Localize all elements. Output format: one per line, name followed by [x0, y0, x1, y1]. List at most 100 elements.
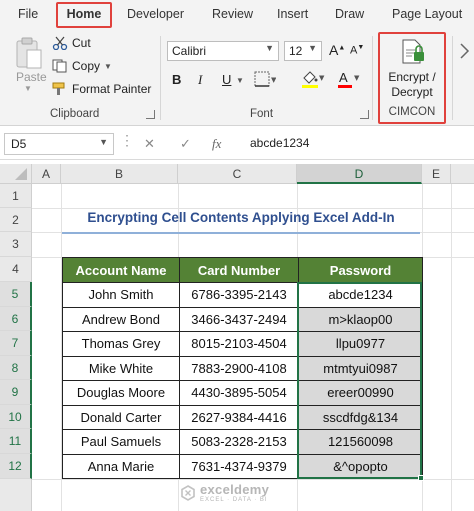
- font-size-select[interactable]: 12 ▼: [284, 41, 322, 61]
- cut-button[interactable]: Cut: [52, 36, 91, 50]
- row-header-1[interactable]: 1: [0, 184, 32, 208]
- account-name-cell[interactable]: Andrew Bond: [62, 306, 180, 332]
- column-header-c[interactable]: C: [178, 164, 297, 184]
- ribbon: Paste ▼ Cut Copy ▼ Format Painter Clipbo…: [0, 30, 474, 126]
- header-card-number[interactable]: Card Number: [179, 257, 299, 283]
- tab-draw[interactable]: Draw: [335, 7, 364, 21]
- cimcon-group-label: CIMCON: [388, 106, 436, 118]
- password-cell[interactable]: sscdfdg&134: [298, 404, 423, 430]
- cut-label: Cut: [72, 36, 91, 50]
- font-size-value: 12: [289, 44, 303, 58]
- italic-button[interactable]: I: [198, 72, 202, 88]
- borders-icon[interactable]: ▼: [254, 71, 276, 89]
- font-family-select[interactable]: Calibri ▼: [167, 41, 279, 61]
- row-header-7[interactable]: 7: [0, 331, 32, 356]
- column-header-b[interactable]: B: [61, 164, 178, 184]
- card-number-cell[interactable]: 8015-2103-4504: [179, 331, 299, 357]
- cancel-icon[interactable]: ✕: [144, 136, 155, 152]
- row-header-blank: [0, 479, 32, 511]
- column-header-e[interactable]: E: [422, 164, 451, 184]
- column-header-d[interactable]: D: [297, 164, 422, 184]
- password-cell[interactable]: &^opopto: [298, 453, 423, 479]
- password-cell[interactable]: 121560098: [298, 429, 423, 455]
- svg-text:▼: ▼: [319, 74, 325, 82]
- tab-home[interactable]: Home: [56, 2, 112, 28]
- paste-dropdown-icon[interactable]: ▼: [24, 84, 32, 93]
- more-options-icon[interactable]: ⋮: [120, 132, 134, 149]
- table-row: Paul Samuels 5083-2328-2153 121560098: [62, 429, 423, 455]
- password-cell[interactable]: llpu0977: [298, 331, 423, 357]
- underline-button[interactable]: U: [222, 72, 231, 87]
- row-header-9[interactable]: 9: [0, 380, 32, 405]
- bold-button[interactable]: B: [172, 72, 181, 87]
- table-row: Andrew Bond 3466-3437-2494 m>klaop00: [62, 306, 423, 332]
- account-name-cell[interactable]: Paul Samuels: [62, 429, 180, 455]
- gridline: [32, 208, 474, 209]
- insert-function-icon[interactable]: fx: [212, 136, 221, 152]
- row-header-10[interactable]: 10: [0, 404, 32, 429]
- format-painter-button[interactable]: Format Painter: [52, 82, 151, 96]
- row-header-6[interactable]: 6: [0, 306, 32, 331]
- card-number-cell[interactable]: 7883-2900-4108: [179, 355, 299, 381]
- password-cell-active[interactable]: abcde1234: [298, 282, 423, 308]
- font-color-icon[interactable]: A ▼: [336, 69, 362, 89]
- copy-button[interactable]: Copy ▼: [52, 59, 112, 73]
- chevron-right-icon[interactable]: [458, 42, 472, 60]
- card-number-cell[interactable]: 6786-3395-2143: [179, 282, 299, 308]
- select-all-corner[interactable]: [0, 164, 32, 184]
- fill-color-icon[interactable]: ▼: [300, 69, 326, 89]
- copy-dropdown-icon[interactable]: ▼: [104, 62, 112, 71]
- name-box[interactable]: D5 ▼: [4, 133, 114, 155]
- sheet-title[interactable]: Encrypting Cell Contents Applying Excel …: [62, 210, 420, 225]
- decrypt-label: Decrypt: [391, 85, 433, 99]
- card-number-cell[interactable]: 3466-3437-2494: [179, 306, 299, 332]
- account-name-cell[interactable]: John Smith: [62, 282, 180, 308]
- svg-text:▼: ▼: [271, 76, 276, 84]
- formula-input[interactable]: abcde1234: [240, 133, 472, 155]
- account-name-cell[interactable]: Thomas Grey: [62, 331, 180, 357]
- card-number-cell[interactable]: 4430-3895-5054: [179, 380, 299, 406]
- watermark-tagline: EXCEL · DATA · BI: [200, 497, 268, 503]
- column-header-a[interactable]: A: [32, 164, 61, 184]
- tab-review[interactable]: Review: [212, 7, 253, 21]
- account-name-cell[interactable]: Mike White: [62, 355, 180, 381]
- clipboard-launcher-icon[interactable]: [146, 110, 155, 119]
- row-header-5[interactable]: 5: [0, 282, 32, 307]
- card-number-cell[interactable]: 2627-9384-4416: [179, 404, 299, 430]
- card-number-cell[interactable]: 5083-2328-2153: [179, 429, 299, 455]
- row-header-4[interactable]: 4: [0, 257, 32, 282]
- table-row: Thomas Grey 8015-2103-4504 llpu0977: [62, 331, 423, 357]
- password-cell[interactable]: mtmtyui0987: [298, 355, 423, 381]
- row-header-12[interactable]: 12: [0, 453, 32, 479]
- enter-icon[interactable]: ✓: [180, 136, 191, 152]
- menu-bar: File Home Developer Review Insert Draw P…: [0, 0, 474, 30]
- encrypt-decrypt-button[interactable]: Encrypt / Decrypt CIMCON: [378, 32, 446, 124]
- paste-button[interactable]: Paste: [16, 70, 47, 84]
- account-name-cell[interactable]: Donald Carter: [62, 404, 180, 430]
- column-header-blank: [451, 164, 474, 184]
- shrink-font-button[interactable]: A▼: [350, 44, 364, 57]
- tab-file[interactable]: File: [18, 7, 38, 21]
- row-header-2[interactable]: 2: [0, 208, 32, 232]
- tab-developer[interactable]: Developer: [127, 7, 184, 21]
- encrypt-lock-icon: [402, 39, 424, 64]
- row-header-3[interactable]: 3: [0, 232, 32, 257]
- row-header-11[interactable]: 11: [0, 429, 32, 454]
- paste-icon[interactable]: [14, 36, 44, 70]
- account-name-cell[interactable]: Anna Marie: [62, 453, 180, 479]
- password-cell[interactable]: ereer00990: [298, 380, 423, 406]
- underline-dropdown-icon[interactable]: ▼: [236, 76, 244, 85]
- card-number-cell[interactable]: 7631-4374-9379: [179, 453, 299, 479]
- tab-page-layout[interactable]: Page Layout: [392, 7, 462, 21]
- tab-insert[interactable]: Insert: [277, 7, 308, 21]
- header-password[interactable]: Password: [298, 257, 423, 283]
- account-name-cell[interactable]: Douglas Moore: [62, 380, 180, 406]
- chevron-down-icon: ▼: [99, 137, 108, 147]
- header-account-name[interactable]: Account Name: [62, 257, 180, 283]
- ribbon-divider: [160, 36, 161, 120]
- grow-font-button[interactable]: A▲: [329, 42, 345, 58]
- gridline: [32, 479, 474, 480]
- font-launcher-icon[interactable]: [360, 110, 369, 119]
- password-cell[interactable]: m>klaop00: [298, 306, 423, 332]
- row-header-8[interactable]: 8: [0, 355, 32, 380]
